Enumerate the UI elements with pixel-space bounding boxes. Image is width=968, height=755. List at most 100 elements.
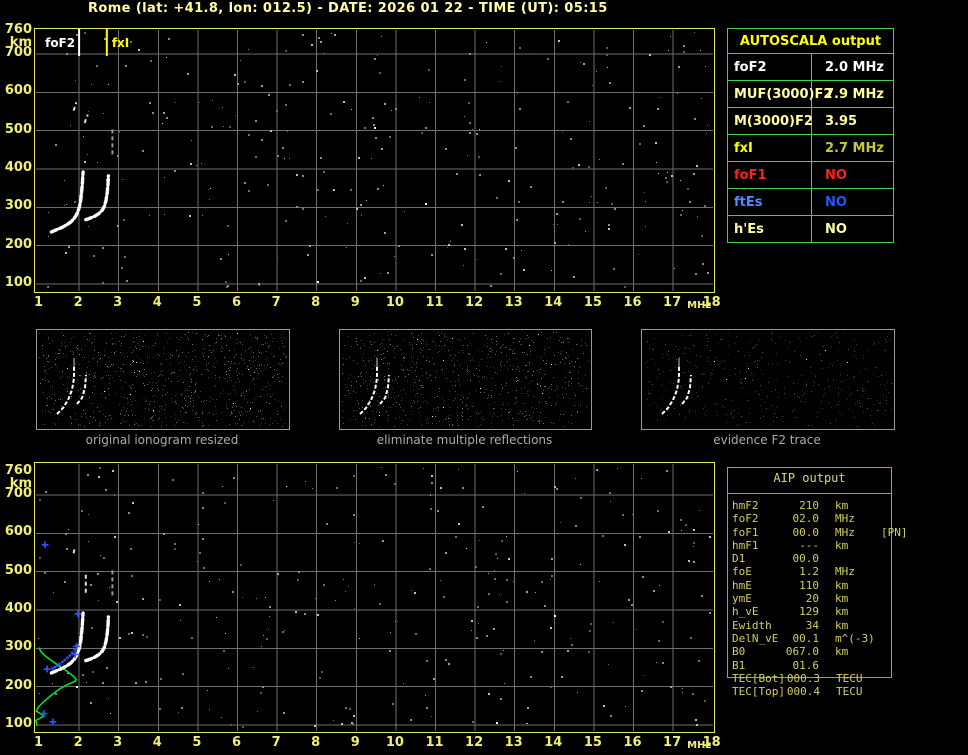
fof2-marker-label: foF2 <box>45 36 76 50</box>
x-tick-15: 15 <box>583 295 602 310</box>
x-tick-13: 13 <box>504 735 523 750</box>
x-tick-9: 9 <box>350 735 360 750</box>
x-tick-14: 14 <box>544 295 563 310</box>
parameter-value: 3.95 <box>825 113 858 129</box>
x-tick-11: 11 <box>425 295 444 310</box>
x-tick-3: 3 <box>113 295 123 310</box>
y-axis-unit-km: km <box>9 476 32 491</box>
aip-unit: km <box>835 592 849 606</box>
aip-lab: D1 <box>732 552 746 566</box>
ionogram-plot-top <box>34 28 715 293</box>
parameter-label: foF2 <box>728 54 812 80</box>
autoscala-table-title: AUTOSCALA output <box>728 29 893 54</box>
aip-row-fof1: foF1 00.0 MHz [PN] <box>727 526 965 539</box>
aip-row-tecbot: TEC[Bot] 000.3 TECU <box>727 672 965 685</box>
parameter-label: M(3000)F2 <box>728 108 813 134</box>
aip-unit: MHz <box>835 565 855 579</box>
aip-extra <box>881 579 921 592</box>
aip-extra <box>881 539 921 552</box>
x-tick-16: 16 <box>623 295 642 310</box>
aip-row-ewidth: Ewidth 34 km <box>727 619 965 632</box>
autoscala-output-table: AUTOSCALA output foF2 2.0 MHz MUF(3000)F2 7… <box>727 28 894 243</box>
aip-extra <box>882 672 922 685</box>
panel-eliminate-reflections <box>339 329 592 430</box>
x-tick-10: 10 <box>385 735 404 750</box>
aip-extra <box>882 685 922 698</box>
autoscala-row-fof1: foF1 NO <box>728 162 893 189</box>
grid-lines <box>36 464 713 731</box>
parameter-label: ftEs <box>728 189 812 215</box>
aip-val: --- <box>799 538 819 552</box>
aip-extra <box>881 592 921 605</box>
aip-extra <box>881 552 921 565</box>
mini-x-trace <box>681 374 692 405</box>
x-tick-15: 15 <box>583 735 602 750</box>
autoscala-row-m3000f2: M(3000)F2 3.95 <box>728 108 893 135</box>
aip-unit: TECU <box>835 671 863 685</box>
aip-lab: hmF1 <box>732 538 759 552</box>
x-tick-9: 9 <box>350 295 360 310</box>
x-tick-1: 1 <box>33 295 44 310</box>
f2-x-mode-trace <box>84 615 111 663</box>
parameter-label: fxI <box>728 135 812 161</box>
panel-evidence-f2-trace <box>641 329 895 430</box>
x-tick-1: 1 <box>33 735 44 750</box>
aip-val: 000.4 <box>786 685 820 699</box>
x-axis-unit-mhz: MHz <box>687 300 712 311</box>
aip-lab: hmE <box>732 578 752 592</box>
aip-row-b0: B0 067.0 km <box>727 645 965 658</box>
f2-o-mode-trace <box>49 170 85 234</box>
grid-lines <box>36 30 713 291</box>
y-tick-200: 200 <box>4 677 32 693</box>
mini-x-trace <box>76 374 87 405</box>
x-tick-10: 10 <box>385 295 404 310</box>
y-tick-400: 400 <box>4 601 32 616</box>
x-tick-2: 2 <box>73 735 83 750</box>
aip-lab: ymE <box>732 592 752 606</box>
aip-val: 067.0 <box>785 645 819 659</box>
aip-extra <box>881 565 921 578</box>
autoscala-row-fof2: foF2 2.0 MHz <box>728 54 893 81</box>
panel-canvas <box>342 332 589 427</box>
x-tick-5: 5 <box>192 295 202 310</box>
aip-table-rows: hmF2 210 km foF2 02.0 MHz foF1 00.0 MHz [PN] hmF1 -… <box>727 499 965 698</box>
y-tick-300: 300 <box>4 198 32 214</box>
parameter-value: 2.0 MHz <box>825 59 884 75</box>
parameter-value: 7.9 MHz <box>825 86 884 102</box>
panel-caption-evidence: evidence F2 trace <box>713 433 821 447</box>
x-tick-12: 12 <box>465 735 484 750</box>
page-title: Rome (lat: +41.8, lon: 012.5) - DATE: 20… <box>88 1 608 16</box>
x-tick-11: 11 <box>425 735 444 750</box>
autoscala-row-ftes: ftEs NO <box>728 189 893 216</box>
aip-unit: km <box>835 645 849 659</box>
panel-canvas <box>645 332 892 427</box>
aip-unit: MHz <box>835 525 855 539</box>
aip-lab: foF2 <box>732 512 759 526</box>
aip-unit: km <box>835 605 849 619</box>
aip-row-hme: hmE 110 km <box>727 579 965 592</box>
ionogram-canvas <box>35 464 713 731</box>
x-tick-13: 13 <box>504 295 523 310</box>
aip-extra <box>881 512 921 525</box>
aip-val: 00.1 <box>792 631 820 645</box>
x-tick-2: 2 <box>73 295 83 310</box>
aip-row-hmf2: hmF2 210 km <box>727 499 965 512</box>
x-tick-7: 7 <box>271 295 281 310</box>
panel-caption-eliminate: eliminate multiple reflections <box>376 433 553 447</box>
aip-header-separator <box>727 493 892 494</box>
x-tick-4: 4 <box>152 295 162 310</box>
aip-row-fof2: foF2 02.0 MHz <box>727 512 965 525</box>
aip-lab: foF1 <box>732 525 759 539</box>
aip-row-hmf1: hmF1 --- km <box>727 539 965 552</box>
y-tick-200: 200 <box>4 236 32 252</box>
autoscala-table-rows: foF2 2.0 MHz MUF(3000)F2 7.9 MHz M(3000)F2 3.… <box>728 54 893 242</box>
aip-val: 00.0 <box>792 525 820 539</box>
parameter-value: 2.7 MHz <box>825 140 884 156</box>
x-tick-6: 6 <box>231 295 242 310</box>
panel-canvas <box>39 332 287 427</box>
aip-val: 34 <box>805 618 819 632</box>
aip-unit <box>835 659 881 672</box>
aip-val: 00.0 <box>792 552 820 566</box>
aip-extra <box>881 645 921 658</box>
x-tick-16: 16 <box>623 735 642 750</box>
